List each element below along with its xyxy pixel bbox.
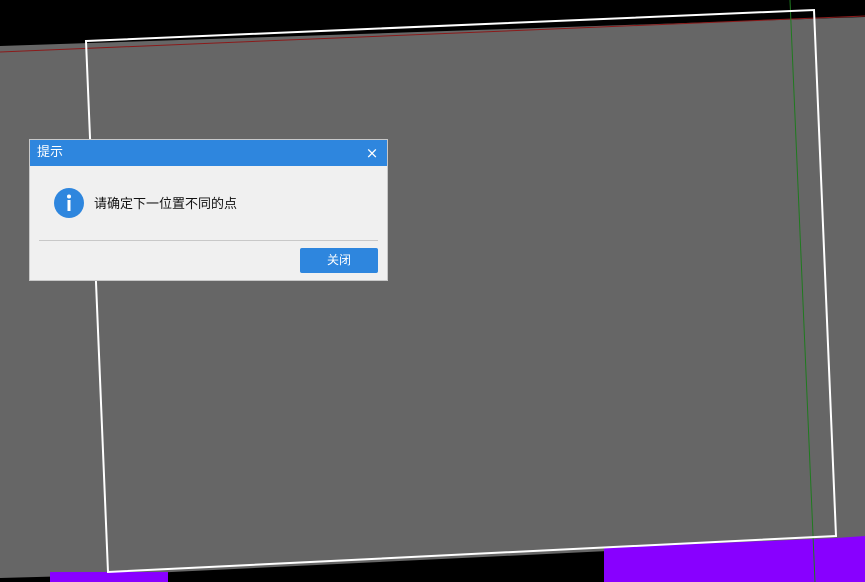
ground-plane [0, 17, 865, 578]
alert-dialog: 提示 × 请确定下一位置不同的点 关闭 [29, 139, 388, 281]
canvas-drawing [0, 0, 865, 582]
viewport-canvas[interactable] [0, 0, 865, 582]
dialog-message: 请确定下一位置不同的点 [94, 197, 238, 212]
close-icon[interactable]: × [365, 140, 379, 166]
dialog-titlebar[interactable]: 提示 × [30, 140, 387, 166]
dialog-divider [39, 240, 378, 241]
info-icon [54, 188, 84, 218]
purple-region-left [50, 572, 168, 582]
close-button[interactable]: 关闭 [300, 248, 378, 273]
dialog-body: 请确定下一位置不同的点 [30, 166, 387, 240]
dialog-title: 提示 [37, 145, 64, 160]
